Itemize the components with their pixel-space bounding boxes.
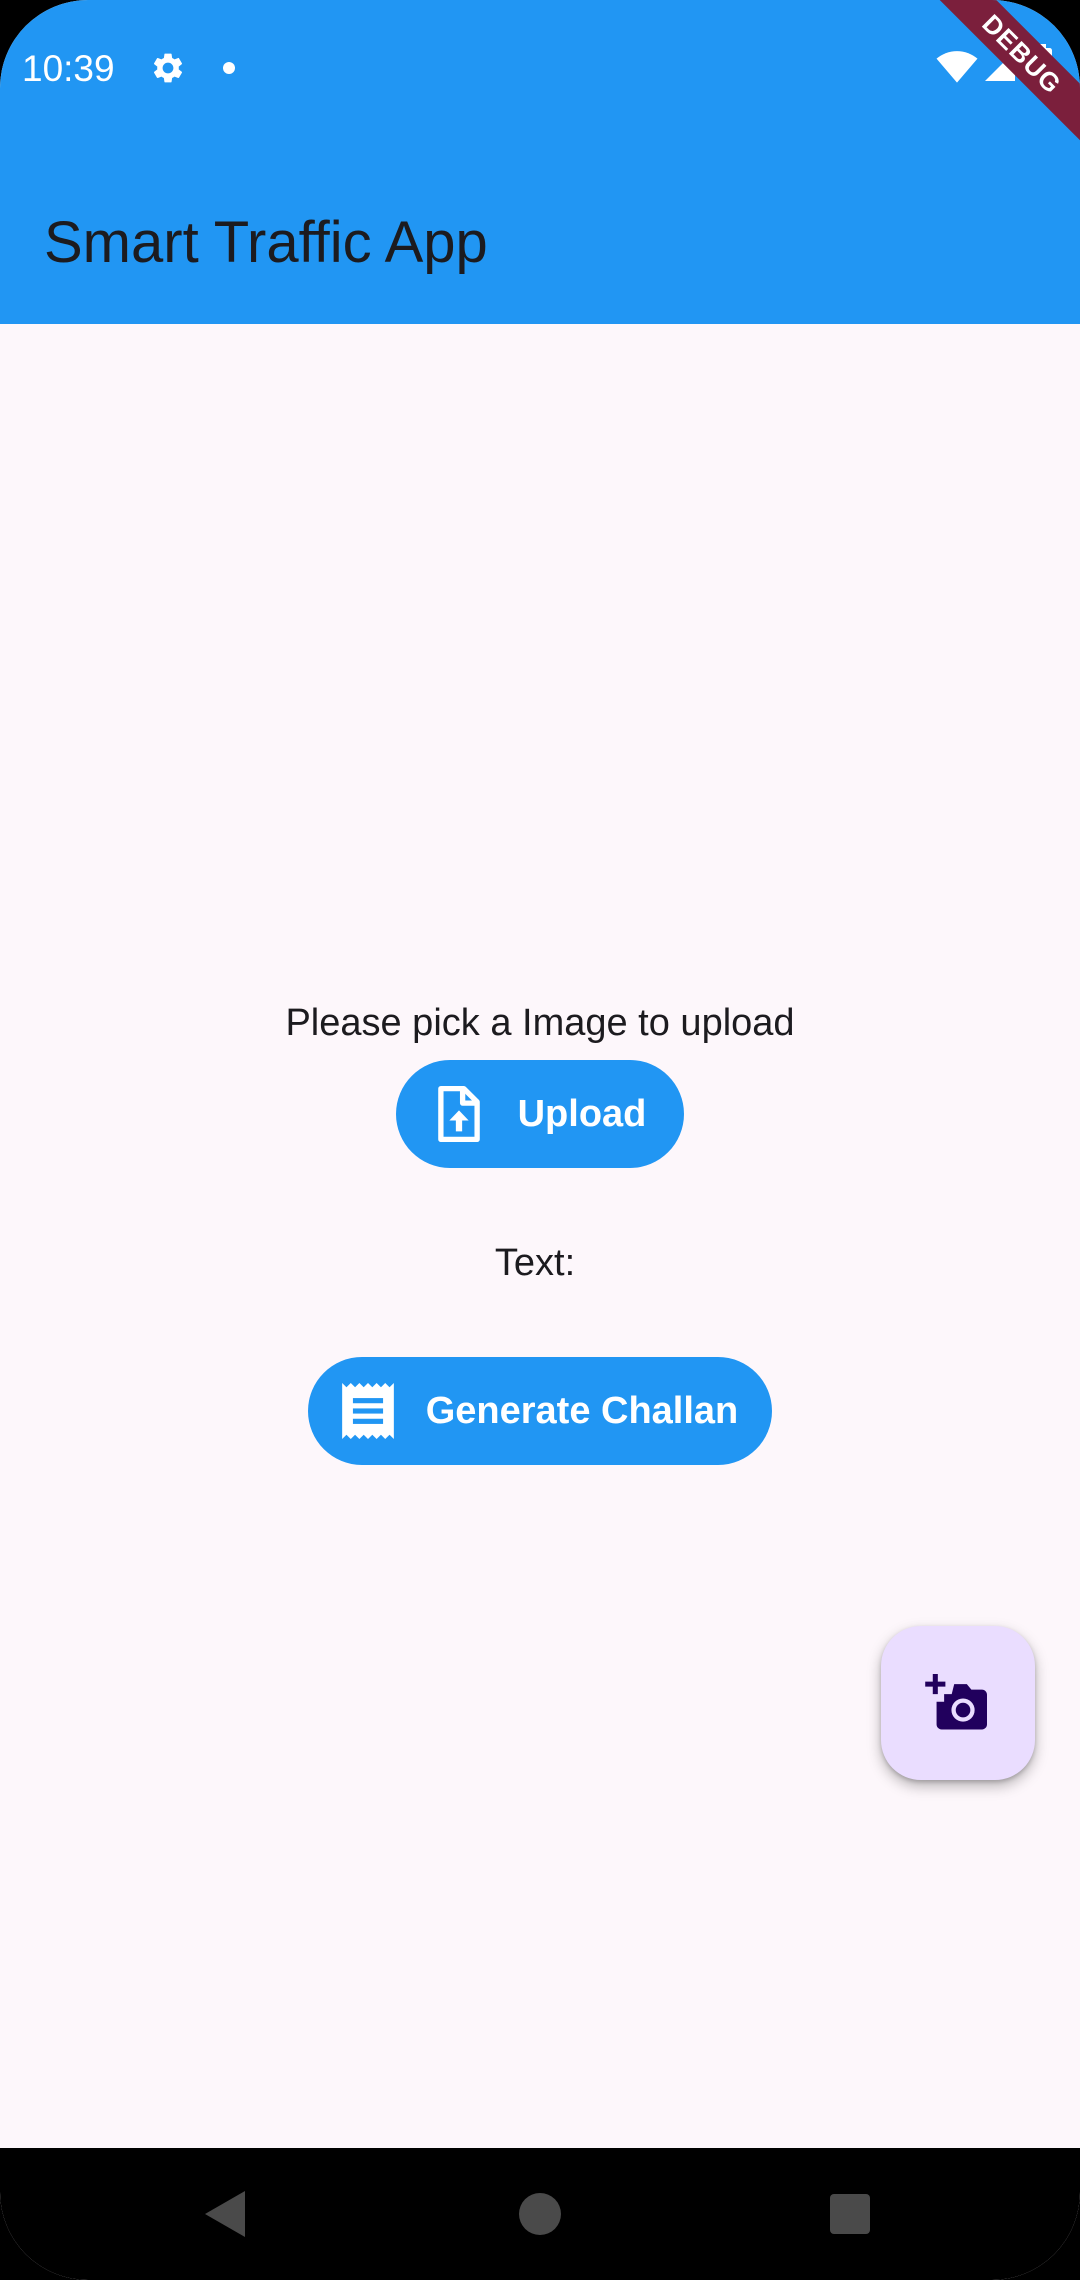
status-time: 10:39 (22, 48, 115, 89)
generate-challan-button[interactable]: Generate Challan (308, 1357, 772, 1465)
receipt-icon (341, 1383, 394, 1439)
recents-icon (830, 2194, 870, 2234)
upload-button-label: Upload (517, 1092, 647, 1135)
back-icon (205, 2191, 245, 2237)
wifi-icon (936, 48, 978, 89)
main-content: Please pick a Image to upload Upload Tex… (0, 324, 1080, 2148)
upload-prompt-text: Please pick a Image to upload (285, 1002, 795, 1044)
notification-dot-icon (223, 61, 235, 79)
system-nav-bar (0, 2148, 1080, 2280)
recents-button[interactable] (810, 2148, 890, 2280)
status-bar: 10:39 (0, 0, 1080, 135)
back-button[interactable] (185, 2148, 265, 2280)
device-screen: 10:39 Smart Traffic App DEBUG Please pic… (0, 0, 1080, 2280)
settings-icon (150, 50, 186, 91)
result-text-label: Text: (494, 1242, 576, 1284)
add-camera-icon (925, 1674, 991, 1732)
home-icon (519, 2193, 561, 2235)
upload-button[interactable]: Upload (396, 1060, 684, 1168)
generate-challan-button-label: Generate Challan (425, 1389, 739, 1432)
add-photo-fab[interactable] (881, 1626, 1035, 1780)
app-bar: 10:39 Smart Traffic App (0, 0, 1080, 324)
home-button[interactable] (500, 2148, 580, 2280)
app-title: Smart Traffic App (44, 210, 488, 275)
upload-file-icon (434, 1085, 484, 1143)
